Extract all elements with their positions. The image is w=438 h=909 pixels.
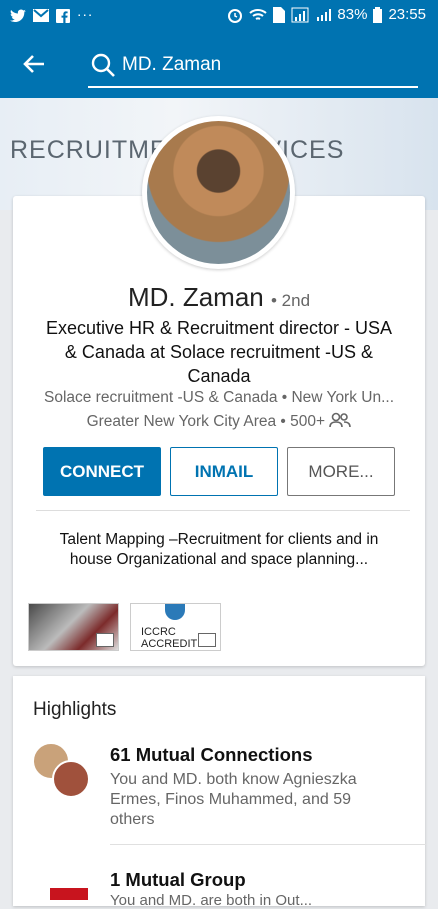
search-input[interactable]: MD. Zaman [88,48,418,88]
profile-name-row: MD. Zaman • 2nd [0,282,438,313]
divider [36,510,410,511]
location-text: Greater New York City Area • 500+ [86,413,326,430]
connection-degree: • 2nd [271,291,311,310]
location-line: Greater New York City Area • 500+ [30,412,408,431]
back-arrow-icon[interactable] [20,50,50,80]
twitter-icon [10,9,26,22]
gmail-icon [33,9,49,22]
signal-bars-icon [317,8,332,21]
battery-percent: 83% [337,6,368,23]
signal-icon [291,7,309,22]
divider [110,844,426,845]
mutual-avatars [32,742,94,800]
status-time: 23:55 [388,6,426,23]
media-thumbnail-1[interactable] [28,603,119,651]
connect-button[interactable]: CONNECT [43,447,161,496]
wifi-icon [249,8,268,20]
app-bar: MD. Zaman [0,32,438,98]
alarm-icon [228,8,243,23]
avatar[interactable] [142,116,295,269]
iccrc-logo [165,604,185,620]
company-line: Solace recruitment -US & Canada • New Yo… [43,389,395,406]
mutual-connections-desc: You and MD. both know Agnieszka Ermes, F… [110,771,357,828]
facebook-icon [56,8,70,23]
mutual-connections-title[interactable]: 61 Mutual Connections [110,744,313,766]
mutual-group-desc: You and MD. are both in Out... [110,892,313,909]
search-query: MD. Zaman [122,54,222,75]
media-thumbnail-2[interactable]: ICCRC ACCREDIT [130,603,221,651]
group-logo-icon [44,888,88,900]
highlights-title: Highlights [33,699,117,720]
more-button[interactable]: MORE... [287,447,395,496]
profile-headline: Executive HR & Recruitment director - US… [45,318,393,386]
image-icon [96,633,114,647]
profile-summary[interactable]: Talent Mapping –Recruitment for clients … [40,530,398,570]
connections-icon [329,412,352,428]
profile-name: MD. Zaman [127,282,264,312]
mutual-group-title[interactable]: 1 Mutual Group [110,869,246,891]
sim-icon [273,6,286,23]
image-icon [198,633,216,647]
status-bar: ⋅⋅⋅ 83% 23:55 [0,0,438,32]
search-icon [91,53,115,77]
battery-icon [373,6,383,23]
more-dots-icon: ⋅⋅⋅ [77,7,94,23]
inmail-button[interactable]: INMAIL [170,447,278,496]
